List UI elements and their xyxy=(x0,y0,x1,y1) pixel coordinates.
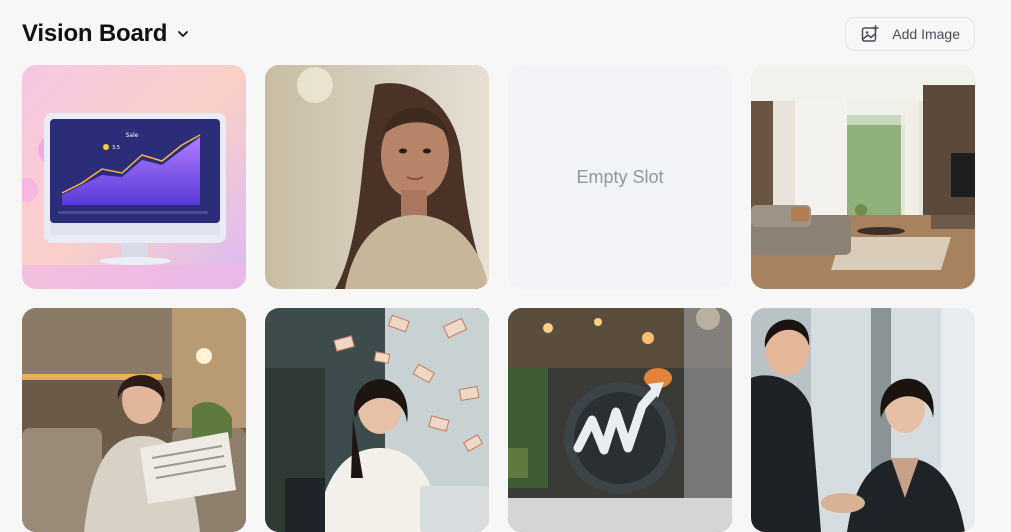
monitor-chart-image: Sale 3.5 xyxy=(22,65,246,289)
board-title: Vision Board xyxy=(22,20,168,47)
image-tile[interactable]: Sale 3.5 xyxy=(22,65,246,289)
add-image-icon xyxy=(862,24,880,42)
image-tile[interactable] xyxy=(265,65,489,289)
chevron-down-icon xyxy=(178,31,189,37)
living-room-image xyxy=(751,65,975,289)
portrait-woman-image xyxy=(265,65,489,289)
image-tile[interactable] xyxy=(265,308,489,532)
chart-title: Sale xyxy=(126,132,139,139)
chart-value: 3.5 xyxy=(112,145,120,151)
image-tile[interactable] xyxy=(751,65,975,289)
board-header: Vision Board Add Image xyxy=(22,16,975,52)
image-tile[interactable] xyxy=(508,308,732,532)
business-handshake-image xyxy=(751,308,975,532)
image-tile[interactable] xyxy=(22,308,246,532)
board-selector[interactable]: Vision Board xyxy=(22,20,189,48)
empty-slot-tile[interactable]: Empty Slot xyxy=(508,65,732,289)
add-image-label: Add Image xyxy=(892,26,960,42)
empty-slot-label: Empty Slot xyxy=(576,166,664,187)
image-tile[interactable] xyxy=(751,308,975,532)
woman-laptop-money-image xyxy=(265,308,489,532)
growth-logo-image xyxy=(508,308,732,532)
add-image-button[interactable]: Add Image xyxy=(845,17,975,51)
woman-reading-image xyxy=(22,308,246,532)
